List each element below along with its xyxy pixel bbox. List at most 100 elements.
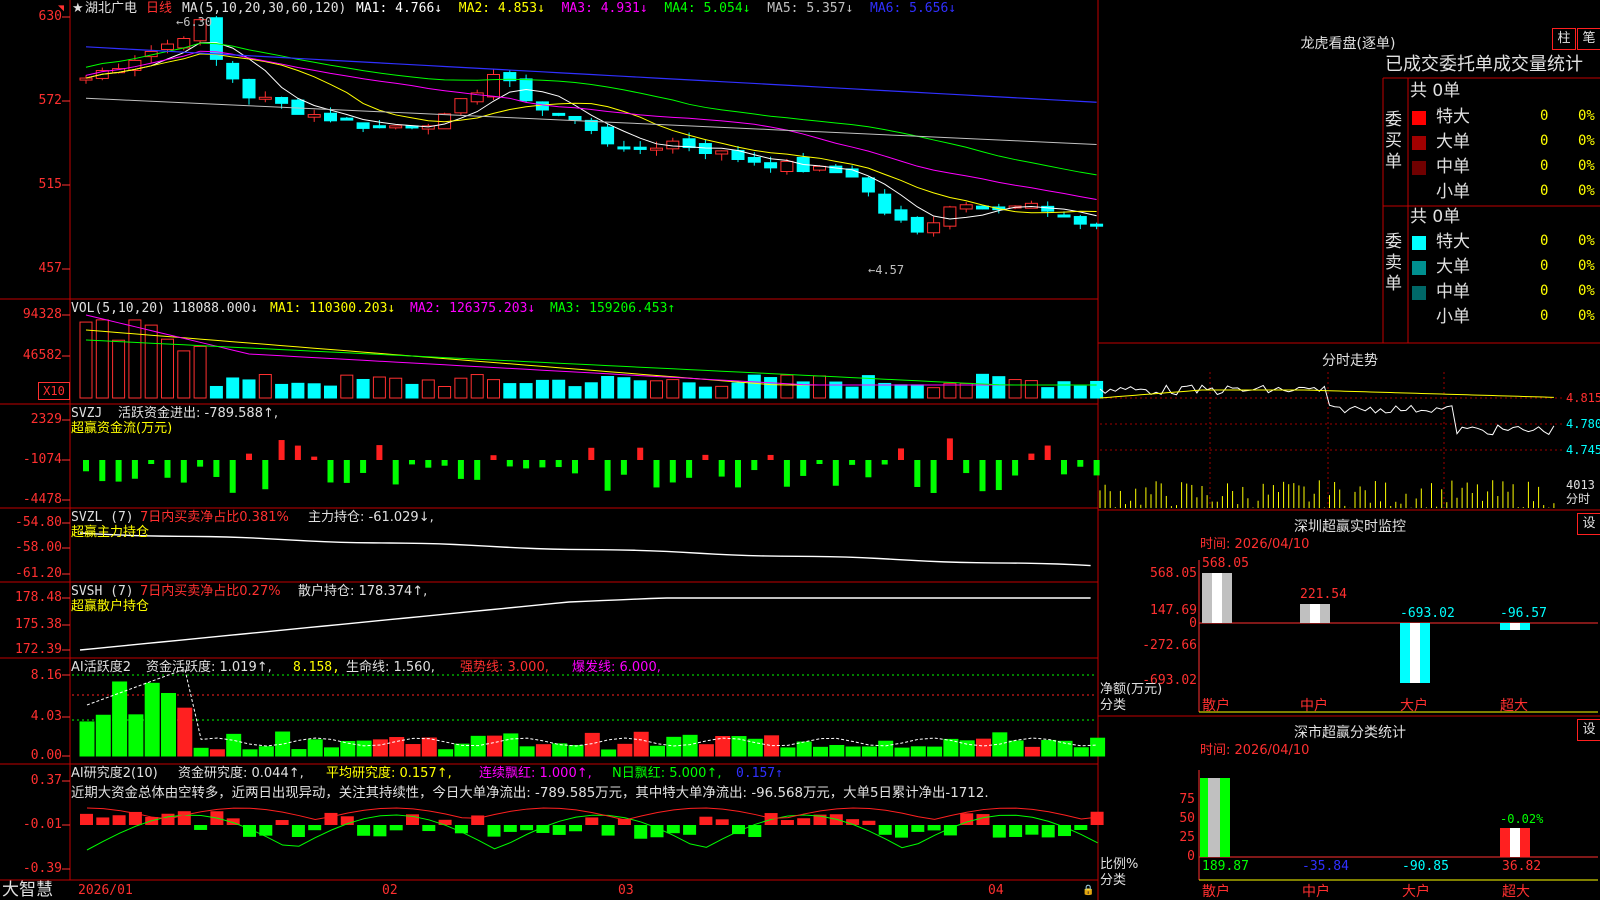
volume-bar bbox=[943, 382, 957, 399]
activity-bar bbox=[601, 749, 617, 757]
sz-monitor-settings-button[interactable]: 设 bbox=[1577, 513, 1600, 535]
intraday-axis-2: 4.780 bbox=[1566, 417, 1600, 431]
research-bar bbox=[161, 813, 175, 825]
row-label: 特大 bbox=[1436, 107, 1470, 127]
flow-bar bbox=[865, 460, 872, 478]
candle bbox=[307, 114, 321, 118]
research-bar bbox=[373, 825, 387, 837]
volume-bar bbox=[535, 379, 549, 399]
legend-swatch bbox=[1412, 261, 1426, 275]
activity-bar bbox=[829, 744, 845, 757]
sz-class-axis-2: 50 bbox=[1179, 811, 1195, 826]
research-bar bbox=[992, 825, 1006, 838]
candle bbox=[1073, 216, 1087, 225]
sz-monitor-axis-1: 568.05 bbox=[1150, 566, 1197, 581]
volume-bar bbox=[454, 377, 468, 399]
activity-bar bbox=[682, 734, 698, 757]
flow-bar bbox=[637, 447, 644, 460]
intraday-title: 分时走势 bbox=[1322, 353, 1378, 369]
candle bbox=[161, 43, 174, 50]
longhu-tick-button[interactable]: 笔 bbox=[1577, 28, 1600, 50]
candle bbox=[715, 150, 729, 155]
row-count: 0 bbox=[1540, 183, 1549, 199]
volume-bar bbox=[1024, 380, 1038, 399]
main-chart[interactable]: 568.05 散户 221.54 中户 -693.02 大户 -96.57 超大 189.87 散… bbox=[0, 0, 1600, 900]
activity-bar bbox=[1008, 740, 1024, 757]
research-bar bbox=[585, 817, 599, 825]
volume-bar bbox=[177, 350, 191, 399]
stock-period[interactable]: 日线 bbox=[146, 1, 172, 16]
sz-monitor-category: 散户 bbox=[1202, 697, 1230, 714]
research-bar bbox=[650, 825, 664, 838]
volume-bar bbox=[258, 374, 272, 399]
buy-total: 共 0单 bbox=[1410, 81, 1461, 101]
svsh-axis-2: 175.38 bbox=[15, 617, 62, 632]
row-percent: 0% bbox=[1578, 158, 1595, 174]
candle bbox=[764, 162, 778, 169]
ai-research-e: 0.157↑ bbox=[736, 766, 783, 781]
sz-monitor-title: 深圳超赢实时监控 bbox=[1294, 519, 1406, 535]
lock-icon[interactable]: 🔒 bbox=[1082, 883, 1094, 898]
ma1-value: MA1: 4.766↓ bbox=[356, 1, 443, 16]
candle bbox=[780, 160, 794, 173]
activity-bar bbox=[813, 746, 828, 757]
stock-star: ★ bbox=[72, 1, 84, 16]
volume-bar bbox=[193, 345, 207, 399]
volume-bar bbox=[617, 377, 631, 399]
sz-class-time: 时间: 2026/04/10 bbox=[1200, 743, 1310, 758]
volume-bar bbox=[764, 377, 778, 399]
longhu-bar-button[interactable]: 柱 bbox=[1552, 28, 1576, 50]
activity-bar bbox=[258, 746, 274, 757]
activity-bar bbox=[389, 737, 405, 757]
volume-bar bbox=[601, 376, 615, 399]
sz-monitor-bar-highlight bbox=[1410, 623, 1420, 683]
volume-bar bbox=[307, 383, 321, 399]
sz-class-settings-button[interactable]: 设 bbox=[1577, 719, 1600, 741]
candle bbox=[535, 101, 549, 111]
volume-bar bbox=[356, 378, 370, 399]
volume-bar bbox=[389, 377, 403, 399]
row-percent: 0% bbox=[1578, 108, 1595, 124]
candle bbox=[324, 112, 337, 122]
flow-bar bbox=[311, 456, 318, 460]
flow-bar bbox=[83, 460, 89, 472]
research-bar bbox=[552, 825, 566, 835]
flow-bar bbox=[376, 445, 383, 460]
vol-unit-badge[interactable]: X10 bbox=[38, 382, 70, 400]
flow-bar bbox=[767, 454, 774, 460]
stock-name[interactable]: 湖北广电 bbox=[85, 1, 137, 16]
sz-class-value-label: -35.84 bbox=[1302, 859, 1349, 874]
sz-monitor-value-label: 221.54 bbox=[1300, 587, 1347, 602]
sz-monitor-bar-highlight bbox=[1310, 604, 1320, 623]
activity-bar bbox=[845, 746, 861, 757]
sz-monitor-bar-highlight bbox=[1212, 573, 1222, 623]
flow-bar bbox=[343, 460, 350, 483]
flow-bar bbox=[164, 460, 171, 478]
candle bbox=[861, 177, 875, 193]
candle bbox=[1057, 214, 1071, 218]
vol-value: 118088.000↓ bbox=[172, 301, 259, 316]
row-percent: 0% bbox=[1578, 308, 1595, 324]
flow-bar bbox=[686, 460, 693, 478]
activity-bar bbox=[470, 735, 486, 757]
legend-swatch bbox=[1412, 161, 1426, 175]
flow-bar bbox=[246, 453, 252, 460]
activity-bar bbox=[95, 714, 111, 757]
research-bar bbox=[308, 825, 322, 831]
row-count: 0 bbox=[1540, 233, 1549, 249]
row-label: 大单 bbox=[1436, 257, 1470, 277]
sz-monitor-category: 大户 bbox=[1400, 697, 1428, 714]
volume-bar bbox=[242, 379, 256, 399]
flow-bar bbox=[213, 460, 220, 477]
volume-bar bbox=[209, 385, 223, 399]
candle bbox=[372, 125, 386, 129]
volume-bar bbox=[927, 387, 941, 399]
activity-bar bbox=[910, 746, 926, 757]
row-percent: 0% bbox=[1578, 183, 1595, 199]
high-price-label: ←6.30 bbox=[176, 15, 213, 29]
candle bbox=[813, 165, 826, 171]
candle bbox=[633, 146, 647, 150]
legend-swatch bbox=[1412, 136, 1426, 150]
research-bar bbox=[503, 825, 517, 832]
research-bar bbox=[1074, 825, 1088, 830]
